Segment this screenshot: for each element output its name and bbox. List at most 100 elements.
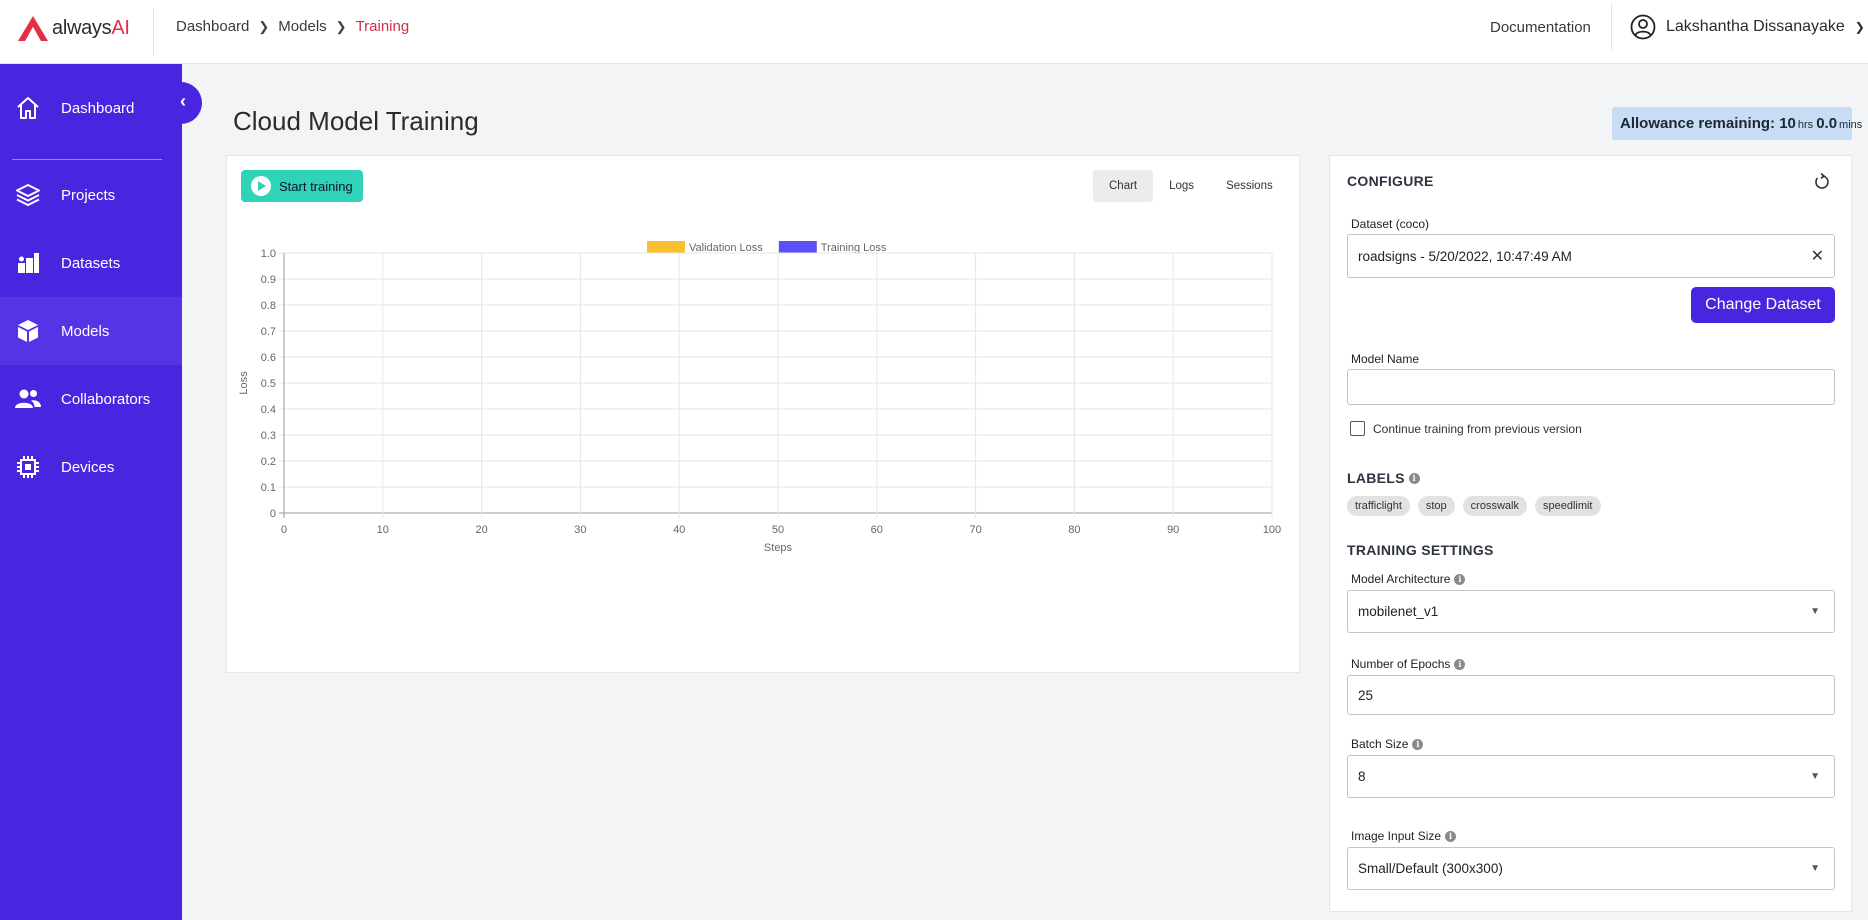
change-dataset-button[interactable]: Change Dataset bbox=[1691, 287, 1835, 323]
start-training-button[interactable]: Start training bbox=[241, 170, 363, 202]
breadcrumb-dashboard[interactable]: Dashboard bbox=[176, 18, 249, 35]
y-tick-label: 0 bbox=[270, 508, 276, 520]
y-tick-label: 0.6 bbox=[261, 352, 276, 364]
x-tick-label: 0 bbox=[281, 524, 287, 536]
dataset-field[interactable]: roadsigns - 5/20/2022, 10:47:49 AM ✕ bbox=[1347, 234, 1835, 278]
image-size-value: Small/Default (300x300) bbox=[1358, 861, 1503, 876]
close-icon[interactable]: ✕ bbox=[1811, 246, 1824, 266]
breadcrumb-training: Training bbox=[355, 18, 410, 35]
legend-swatch bbox=[778, 241, 817, 253]
batch-size-value: 8 bbox=[1358, 769, 1366, 784]
x-tick-label: 100 bbox=[1263, 524, 1281, 536]
logo-text: alwaysAI bbox=[52, 16, 130, 39]
batch-size-select[interactable]: 8 ▼ bbox=[1347, 755, 1835, 798]
legend-swatch bbox=[647, 241, 685, 253]
breadcrumb-models[interactable]: Models bbox=[278, 18, 326, 35]
configure-heading: CONFIGURE bbox=[1347, 173, 1434, 189]
labels-list: trafficlight stop crosswalk speedlimit bbox=[1347, 496, 1609, 516]
header-divider bbox=[153, 8, 154, 56]
user-avatar-icon bbox=[1630, 14, 1656, 40]
dataset-label: Dataset (coco) bbox=[1351, 217, 1430, 231]
sidebar-item-label: Dashboard bbox=[61, 99, 135, 117]
image-size-label: Image Input Size i bbox=[1351, 829, 1457, 843]
continue-training-row[interactable]: Continue training from previous version bbox=[1350, 421, 1582, 436]
sidebar-item-label: Collaborators bbox=[61, 390, 151, 408]
label-chip: trafficlight bbox=[1347, 496, 1410, 516]
chevron-down-icon: ❯ bbox=[1854, 20, 1865, 34]
home-icon bbox=[14, 94, 42, 122]
image-size-select[interactable]: Small/Default (300x300) ▼ bbox=[1347, 847, 1835, 890]
epochs-input[interactable]: 25 bbox=[1347, 675, 1835, 715]
allowance-mins: 0.0 bbox=[1816, 115, 1838, 132]
sidebar-item-label: Datasets bbox=[61, 254, 121, 272]
allowance-hours: 10 bbox=[1779, 115, 1796, 132]
sidebar-item-collaborators[interactable]: Collaborators bbox=[0, 365, 182, 433]
documentation-link[interactable]: Documentation bbox=[1490, 19, 1591, 36]
sidebar-item-devices[interactable]: Devices bbox=[0, 433, 182, 501]
training-chart-card: Start training Chart Logs Sessions Step … bbox=[226, 155, 1300, 673]
y-tick-label: 0.8 bbox=[261, 300, 276, 312]
sidebar-collapse-button[interactable]: ‹ bbox=[176, 82, 202, 124]
sidebar-divider bbox=[12, 159, 162, 160]
sidebar-item-dashboard[interactable]: Dashboard bbox=[0, 74, 182, 142]
x-tick-label: 60 bbox=[871, 524, 883, 536]
chevron-right-icon: ❯ bbox=[335, 18, 347, 34]
continue-training-checkbox[interactable] bbox=[1350, 421, 1365, 436]
chevron-right-icon: ❯ bbox=[258, 18, 270, 34]
label-chip: speedlimit bbox=[1534, 496, 1601, 516]
sidebar: Dashboard Projects Datasets Models Colla… bbox=[0, 64, 182, 920]
info-icon[interactable]: i bbox=[1408, 472, 1420, 484]
y-axis-label: Loss bbox=[238, 371, 250, 395]
y-tick-label: 0.3 bbox=[261, 430, 276, 442]
play-icon bbox=[251, 176, 271, 196]
architecture-label: Model Architecture i bbox=[1351, 572, 1466, 586]
user-name: Lakshantha Dissanayake bbox=[1666, 18, 1845, 35]
users-icon bbox=[14, 385, 42, 413]
loss-chart: Step vs. LossValidation LossTraining Los… bbox=[238, 241, 1281, 554]
sidebar-item-projects[interactable]: Projects bbox=[0, 161, 182, 229]
epochs-value: 25 bbox=[1358, 687, 1374, 703]
y-tick-label: 0.1 bbox=[261, 482, 276, 494]
training-settings-heading: TRAINING SETTINGS bbox=[1347, 542, 1494, 558]
model-name-input[interactable] bbox=[1347, 369, 1835, 405]
legend-label: Validation Loss bbox=[689, 242, 763, 254]
tab-chart[interactable]: Chart bbox=[1093, 170, 1154, 202]
datasets-icon bbox=[14, 249, 42, 277]
page-title: Cloud Model Training bbox=[233, 106, 479, 136]
dropdown-arrow-icon: ▼ bbox=[1810, 606, 1820, 617]
info-icon[interactable]: i bbox=[1454, 658, 1466, 670]
configure-panel: CONFIGURE Dataset (coco) roadsigns - 5/2… bbox=[1329, 155, 1852, 912]
chip-icon bbox=[14, 453, 42, 481]
tab-logs[interactable]: Logs bbox=[1153, 170, 1210, 202]
alwaysai-logo[interactable]: alwaysAI bbox=[16, 12, 130, 44]
layers-icon bbox=[14, 181, 42, 209]
sidebar-item-models[interactable]: Models bbox=[0, 297, 182, 365]
x-tick-label: 20 bbox=[475, 524, 487, 536]
info-icon[interactable]: i bbox=[1454, 573, 1466, 585]
sidebar-item-label: Projects bbox=[61, 186, 116, 204]
x-tick-label: 80 bbox=[1068, 524, 1080, 536]
start-training-label: Start training bbox=[279, 178, 353, 194]
reset-icon[interactable] bbox=[1813, 173, 1831, 191]
tab-sessions[interactable]: Sessions bbox=[1210, 170, 1289, 202]
label-chip: crosswalk bbox=[1462, 496, 1527, 516]
info-icon[interactable]: i bbox=[1412, 738, 1424, 750]
info-icon[interactable]: i bbox=[1445, 830, 1457, 842]
dataset-value: roadsigns - 5/20/2022, 10:47:49 AM bbox=[1358, 248, 1572, 264]
top-bar: alwaysAI Dashboard ❯ Models ❯ Training D… bbox=[0, 0, 1868, 64]
sidebar-item-datasets[interactable]: Datasets bbox=[0, 229, 182, 297]
architecture-value: mobilenet_v1 bbox=[1358, 604, 1439, 619]
x-tick-label: 40 bbox=[673, 524, 685, 536]
x-axis-label: Steps bbox=[764, 542, 793, 554]
y-tick-label: 0.4 bbox=[261, 404, 276, 416]
chart-tabs: Chart Logs Sessions bbox=[1093, 170, 1289, 202]
batch-size-label: Batch Size i bbox=[1351, 737, 1424, 751]
dropdown-arrow-icon: ▼ bbox=[1810, 771, 1820, 782]
allowance-mins-unit: mins bbox=[1839, 119, 1863, 131]
user-menu[interactable]: Lakshantha Dissanayake ❯ bbox=[1630, 14, 1865, 40]
y-tick-label: 0.5 bbox=[261, 378, 276, 390]
architecture-select[interactable]: mobilenet_v1 ▼ bbox=[1347, 590, 1835, 633]
x-tick-label: 30 bbox=[574, 524, 586, 536]
epochs-label: Number of Epochs i bbox=[1351, 657, 1466, 671]
breadcrumb: Dashboard ❯ Models ❯ Training bbox=[176, 18, 409, 35]
